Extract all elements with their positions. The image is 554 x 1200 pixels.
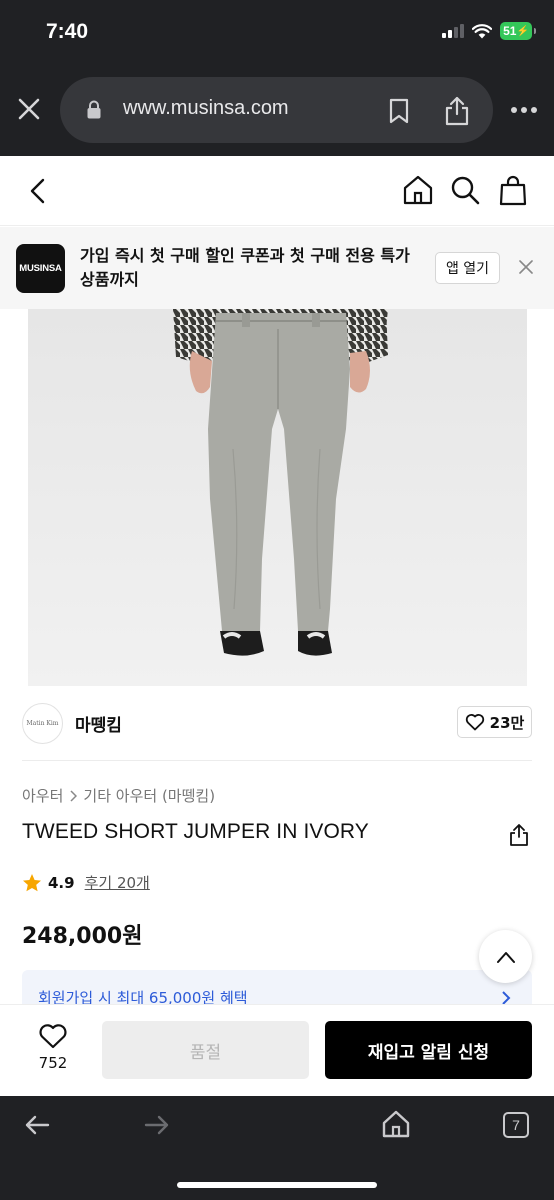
lock-icon xyxy=(87,100,101,119)
search-icon[interactable] xyxy=(450,175,480,205)
chevron-up-icon xyxy=(496,951,515,963)
product-price: 248,000원 xyxy=(22,924,143,949)
battery-charging-icon: 51 ⚡ xyxy=(500,22,536,40)
home-indicator xyxy=(177,1182,377,1188)
breadcrumb: 아우터 기타 아우터 (마뗑킴) xyxy=(22,785,215,806)
brand-logo[interactable]: Matin Kim xyxy=(22,703,63,744)
bookmark-icon[interactable] xyxy=(388,98,410,124)
shopping-bag-icon[interactable] xyxy=(498,174,528,206)
battery-level: 51 xyxy=(503,24,517,38)
wishlist-count: 752 xyxy=(38,1054,68,1072)
address-url[interactable]: www.musinsa.com xyxy=(123,97,289,120)
brand-name[interactable]: 마뗑킴 xyxy=(75,711,122,736)
restock-alert-button[interactable]: 재입고 알림 신청 xyxy=(325,1021,532,1079)
heart-icon[interactable] xyxy=(38,1023,68,1049)
banner-message: 가입 즉시 첫 구매 할인 쿠폰과 첫 구매 전용 특가 상품까지 xyxy=(80,246,410,289)
cellular-signal-icon xyxy=(442,24,464,38)
divider xyxy=(22,760,532,761)
share-icon[interactable] xyxy=(444,96,470,126)
rating-row: 4.9 후기 20개 xyxy=(22,872,150,893)
wifi-icon xyxy=(472,23,492,38)
product-image[interactable] xyxy=(28,309,527,686)
soldout-button: 품절 xyxy=(102,1021,309,1079)
brand-like-button[interactable]: 23만 xyxy=(457,706,532,738)
open-app-button[interactable]: 앱 열기 xyxy=(435,252,500,284)
back-arrow-icon[interactable] xyxy=(24,1114,50,1136)
home-icon[interactable] xyxy=(382,1110,410,1138)
chevron-left-icon[interactable] xyxy=(26,176,50,206)
musinsa-logo: MUSINSA xyxy=(16,244,65,293)
chevron-right-icon xyxy=(502,991,511,1005)
more-icon[interactable] xyxy=(510,106,538,114)
product-photo xyxy=(28,309,527,686)
forward-arrow-icon[interactable] xyxy=(144,1114,170,1136)
rating-value: 4.9 xyxy=(48,873,75,892)
home-icon[interactable] xyxy=(402,174,434,206)
star-icon xyxy=(23,873,41,891)
product-title: TWEED SHORT JUMPER IN IVORY xyxy=(22,820,369,843)
brand-like-count: 23만 xyxy=(489,713,525,732)
tabs-icon[interactable]: 7 xyxy=(503,1112,529,1138)
close-icon[interactable] xyxy=(519,260,533,274)
reviews-link[interactable]: 후기 20개 xyxy=(85,872,150,893)
breadcrumb-item[interactable]: 아우터 xyxy=(22,785,63,806)
close-icon[interactable] xyxy=(16,96,42,122)
scroll-to-top-button[interactable] xyxy=(479,930,532,983)
breadcrumb-item[interactable]: 기타 아우터 (마뗑킴) xyxy=(83,785,215,806)
status-icons: 51 ⚡ xyxy=(442,22,536,40)
status-time: 7:40 xyxy=(46,20,89,43)
heart-icon xyxy=(465,714,484,731)
chevron-right-icon xyxy=(70,789,78,802)
share-icon[interactable] xyxy=(508,823,530,847)
